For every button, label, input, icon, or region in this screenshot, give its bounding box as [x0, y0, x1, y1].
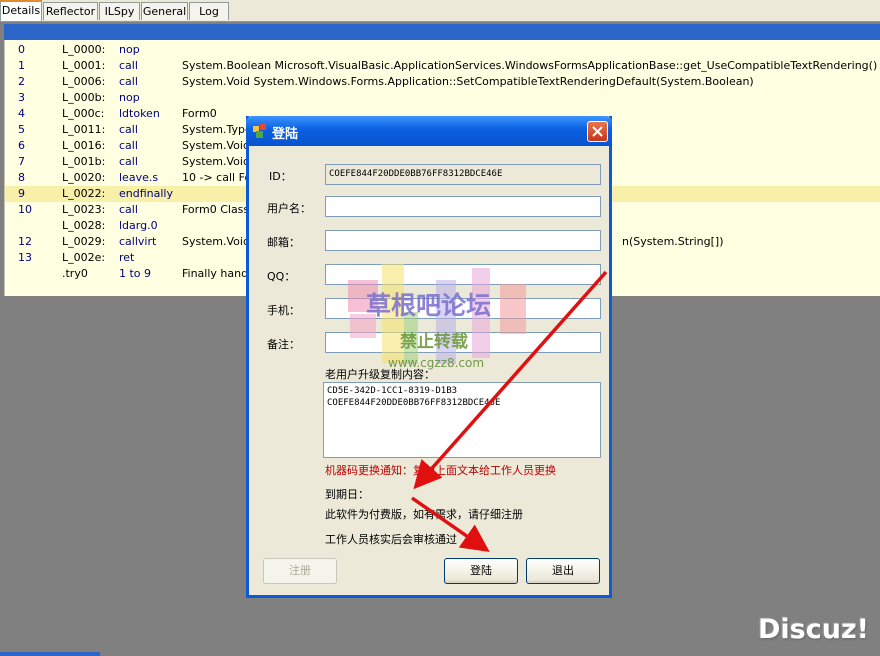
code-idx: 1	[18, 59, 25, 72]
register-button[interactable]: 注册	[263, 558, 337, 584]
code-label: L_000b:	[62, 91, 106, 104]
id-field[interactable]: COEFE844F20DDE0BB76FF8312BDCE46E	[325, 164, 601, 185]
dialog-titlebar[interactable]: 登陆	[246, 116, 612, 146]
watermark-url: www.cgzz8.com	[388, 356, 485, 370]
status-strip	[0, 652, 100, 656]
tab-log[interactable]: Log	[189, 2, 229, 20]
code-label: L_0001:	[62, 59, 106, 72]
code-op: call	[119, 155, 138, 168]
code-op: call	[119, 59, 138, 72]
code-idx: 7	[18, 155, 25, 168]
code-row[interactable]: 0 L_0000: nop	[5, 42, 880, 58]
code-label: L_0028:	[62, 219, 106, 232]
code-idx: 10	[18, 203, 32, 216]
code-label: L_0000:	[62, 43, 106, 56]
phone-label: 手机：	[267, 304, 300, 317]
code-label: L_0022:	[62, 187, 106, 200]
tab-ilspy[interactable]: ILSpy	[99, 2, 140, 20]
code-op: nop	[119, 91, 140, 104]
code-arg: System.Type	[182, 123, 252, 136]
column-header-bar	[4, 24, 880, 40]
code-label: L_0023:	[62, 203, 106, 216]
code-idx: 8	[18, 171, 25, 184]
code-row[interactable]: 3 L_000b: nop	[5, 90, 880, 106]
code-op: endfinally	[119, 187, 173, 200]
exit-button[interactable]: 退出	[526, 558, 600, 584]
code-arg: System.Void System.Windows.Forms.Applica…	[182, 75, 754, 88]
code-idx: 5	[18, 123, 25, 136]
code-label: .try0	[62, 267, 88, 280]
code-op: call	[119, 139, 138, 152]
code-idx: 0	[18, 43, 25, 56]
code-label: L_0011:	[62, 123, 106, 136]
close-icon	[592, 126, 603, 137]
code-idx: 13	[18, 251, 32, 264]
code-arg: System.Boolean Microsoft.VisualBasic.App…	[182, 59, 878, 72]
review-notice: 工作人员核实后会审核通过	[325, 533, 457, 546]
code-idx: 3	[18, 91, 25, 104]
email-label: 邮箱：	[267, 236, 300, 249]
code-op: nop	[119, 43, 140, 56]
code-op: 1 to 9	[119, 267, 152, 280]
tab-general[interactable]: General	[141, 2, 188, 20]
code-idx: 9	[18, 187, 25, 200]
upgrade-code-textarea[interactable]: CD5E-342D-1CC1-8319-D1B3 COEFE844F20DDE0…	[323, 382, 601, 458]
id-label: ID：	[269, 170, 292, 183]
code-label: L_0016:	[62, 139, 106, 152]
code-idx: 4	[18, 107, 25, 120]
watermark-subtitle: 禁止转载	[400, 332, 468, 352]
code-label: L_0029:	[62, 235, 106, 248]
qq-label: QQ：	[267, 270, 296, 283]
code-op: callvirt	[119, 235, 157, 248]
upgrade-code-line: CD5E-342D-1CC1-8319-D1B3	[327, 386, 458, 396]
code-idx: 12	[18, 235, 32, 248]
tab-bar: Details Reflector ILSpy General Log	[0, 0, 880, 22]
code-row[interactable]: 1 L_0001: call System.Boolean Microsoft.Vis…	[5, 58, 880, 74]
username-label: 用户名：	[267, 202, 311, 215]
code-op: ret	[119, 251, 135, 264]
code-op: call	[119, 203, 138, 216]
app-icon	[253, 124, 266, 138]
code-op: ldtoken	[119, 107, 160, 120]
code-arg: Form0	[182, 107, 217, 120]
paid-notice: 此软件为付费版，如有需求，请仔细注册	[325, 508, 523, 521]
code-label: L_001b:	[62, 155, 106, 168]
dialog-title: 登陆	[272, 127, 299, 142]
code-idx: 6	[18, 139, 25, 152]
code-op: call	[119, 75, 138, 88]
code-arg: 10 -> call For	[182, 171, 256, 184]
tab-reflector[interactable]: Reflector	[43, 2, 98, 20]
code-op: leave.s	[119, 171, 159, 184]
code-label: L_0006:	[62, 75, 106, 88]
code-op: call	[119, 123, 138, 136]
code-op: ldarg.0	[119, 219, 158, 232]
watermark-title: 草根吧论坛	[366, 291, 492, 320]
code-label: L_0020:	[62, 171, 106, 184]
note-label: 备注：	[267, 338, 300, 351]
machine-code-notice: 机器码更换通知：复制上面文本给工作人员更换	[325, 464, 556, 477]
upgrade-code-line: COEFE844F20DDE0BB76FF8312BDCE46E	[327, 398, 501, 408]
close-button[interactable]	[587, 121, 608, 142]
code-arg-right: n(System.String[])	[622, 235, 724, 248]
expiry-label: 到期日：	[325, 488, 369, 501]
code-idx: 2	[18, 75, 25, 88]
code-label: L_000c:	[62, 107, 105, 120]
login-button[interactable]: 登陆	[444, 558, 518, 584]
discuz-logo: Discuz!	[758, 614, 869, 645]
username-field[interactable]	[325, 196, 601, 217]
email-field[interactable]	[325, 230, 601, 251]
code-label: L_002e:	[62, 251, 106, 264]
tab-details[interactable]: Details	[0, 0, 42, 21]
code-row[interactable]: 2 L_0006: call System.Void System.Windows.F…	[5, 74, 880, 90]
